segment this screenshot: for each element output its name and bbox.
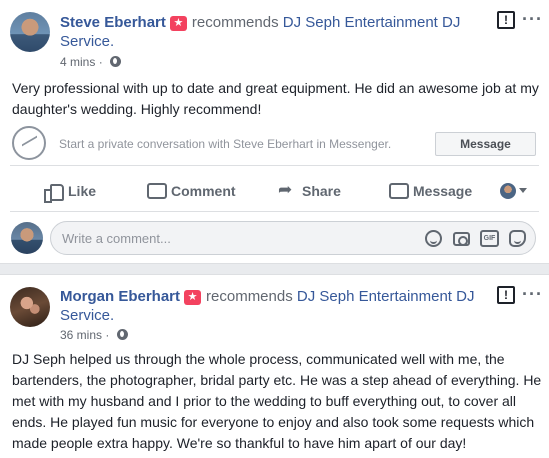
ellipsis-icon[interactable]: ··· bbox=[522, 285, 543, 303]
messenger-prompt-text: Start a private conversation with Steve … bbox=[59, 137, 392, 151]
message-button[interactable]: Message bbox=[435, 132, 536, 156]
star-icon: ★ bbox=[169, 16, 187, 31]
globe-icon[interactable] bbox=[116, 329, 128, 340]
post-body: DJ Seph helped us through the whole proc… bbox=[12, 351, 542, 451]
share-icon bbox=[278, 180, 296, 200]
timestamp[interactable]: 36 mins bbox=[60, 328, 102, 342]
thumbs-up-icon bbox=[44, 183, 64, 203]
exclamation-icon[interactable]: ! bbox=[497, 286, 515, 304]
share-button[interactable]: Share bbox=[278, 180, 341, 201]
post-as-selector[interactable] bbox=[500, 182, 527, 200]
post-body: Very professional with up to date and gr… bbox=[12, 80, 539, 117]
exclamation-icon[interactable]: ! bbox=[497, 11, 515, 29]
chevron-down-icon bbox=[519, 188, 527, 194]
comment-label: Comment bbox=[171, 183, 236, 199]
messenger-prompt-row: Start a private conversation with Steve … bbox=[10, 122, 539, 166]
like-label: Like bbox=[68, 183, 97, 199]
star-icon: ★ bbox=[184, 290, 202, 305]
action-bar: Like Comment Share Message bbox=[10, 170, 539, 212]
mini-avatar bbox=[500, 182, 516, 199]
author-avatar[interactable] bbox=[10, 287, 50, 327]
share-label: Share bbox=[302, 183, 341, 199]
message-icon bbox=[389, 183, 409, 199]
recommends-text: recommends bbox=[191, 14, 279, 31]
page-link[interactable]: DJ Seph Entertainment DJ bbox=[283, 14, 461, 31]
post-meta: 36 mins · bbox=[60, 328, 128, 342]
author-name[interactable]: Steve Eberhart bbox=[60, 14, 166, 31]
page-link-cont[interactable]: Service. bbox=[60, 307, 114, 324]
sticker-icon[interactable] bbox=[509, 230, 526, 247]
post-header: Morgan Eberhart ★ recommends DJ Seph Enter… bbox=[60, 287, 480, 325]
recommends-text: recommends bbox=[206, 288, 293, 305]
ellipsis-icon[interactable]: ··· bbox=[522, 10, 543, 28]
commenter-avatar[interactable] bbox=[11, 222, 43, 254]
post-meta: 4 mins · bbox=[60, 55, 122, 69]
comment-icon bbox=[147, 183, 167, 199]
like-button[interactable]: Like bbox=[44, 181, 97, 203]
messenger-icon bbox=[12, 126, 46, 160]
page-link[interactable]: DJ Seph Entertainment DJ bbox=[297, 288, 475, 305]
dot-separator: · bbox=[98, 55, 107, 69]
comment-input[interactable]: Write a comment... GIF bbox=[50, 221, 536, 255]
post-header: Steve Eberhart ★ recommends DJ Seph Entert… bbox=[60, 13, 480, 51]
globe-icon[interactable] bbox=[110, 56, 122, 67]
camera-icon[interactable] bbox=[453, 232, 470, 246]
message-label: Message bbox=[413, 183, 473, 199]
send-message-button[interactable]: Message bbox=[389, 181, 472, 201]
comment-button[interactable]: Comment bbox=[147, 181, 236, 201]
timestamp[interactable]: 4 mins bbox=[60, 55, 95, 69]
comment-placeholder: Write a comment... bbox=[62, 231, 171, 246]
author-avatar[interactable] bbox=[10, 12, 50, 52]
post-card-1: Steve Eberhart ★ recommends DJ Seph Entert… bbox=[0, 0, 549, 264]
page-link-cont[interactable]: Service. bbox=[60, 33, 114, 50]
gif-icon[interactable]: GIF bbox=[480, 230, 499, 247]
dot-separator: · bbox=[105, 328, 113, 342]
author-name[interactable]: Morgan Eberhart bbox=[60, 288, 180, 305]
emoji-icon[interactable] bbox=[425, 230, 442, 247]
